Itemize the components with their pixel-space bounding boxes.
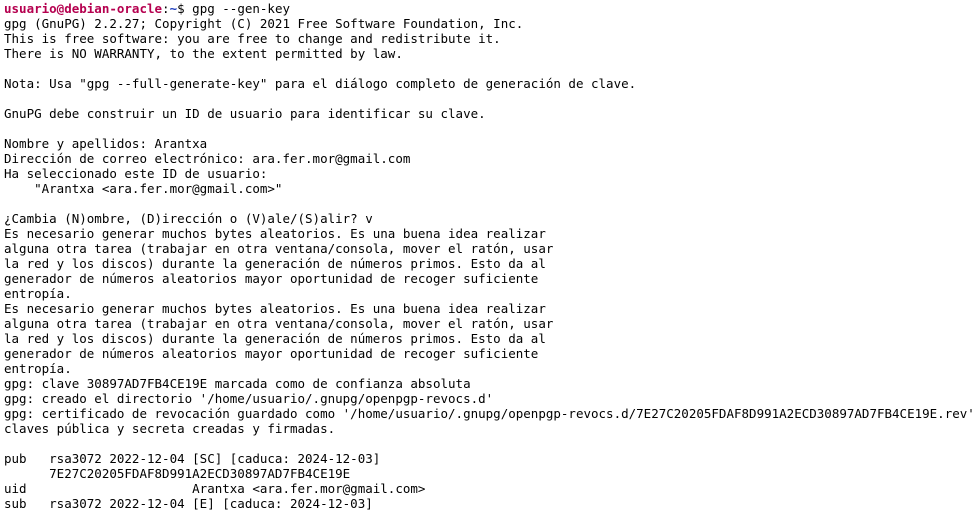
output-line: alguna otra tarea (trabajar en otra vent…: [4, 316, 554, 331]
output-line: Nota: Usa "gpg --full-generate-key" para…: [4, 76, 637, 91]
output-line: la red y los discos) durante la generaci…: [4, 331, 546, 346]
output-line: gpg (GnuPG) 2.2.27; Copyright (C) 2021 F…: [4, 16, 524, 31]
output-line: GnuPG debe construir un ID de usuario pa…: [4, 106, 486, 121]
prompt-user-host: usuario@debian-oracle: [4, 1, 163, 16]
output-line: This is free software: you are free to c…: [4, 31, 501, 46]
output-line: Dirección de correo electrónico: ara.fer…: [4, 151, 411, 166]
prompt-symbol: $: [177, 1, 193, 16]
output-line: uid Arantxa <ara.fer.mor@gmail.com>: [4, 481, 426, 496]
output-line: gpg: certificado de revocación guardado …: [4, 406, 974, 421]
output-line: Nombre y apellidos: Arantxa: [4, 136, 208, 151]
prompt-path: ~: [169, 1, 178, 16]
output-line: la red y los discos) durante la generaci…: [4, 256, 546, 271]
output-line: 7E27C20205FDAF8D991A2ECD30897AD7FB4CE19E: [4, 466, 351, 481]
output-line: ¿Cambia (N)ombre, (D)irección o (V)ale/(…: [4, 211, 373, 226]
output-line: entropía.: [4, 361, 72, 376]
output-line: gpg: clave 30897AD7FB4CE19E marcada como…: [4, 376, 471, 391]
output-line: claves pública y secreta creadas y firma…: [4, 421, 336, 436]
prompt-command: gpg --gen-key: [192, 1, 291, 16]
prompt-separator: :: [162, 1, 170, 16]
output-line: entropía.: [4, 286, 72, 301]
output-line: sub rsa3072 2022-12-04 [E] [caduca: 2024…: [4, 496, 373, 511]
output-line: There is NO WARRANTY, to the extent perm…: [4, 46, 403, 61]
output-line: "Arantxa <ara.fer.mor@gmail.com>": [4, 181, 283, 196]
output-line: pub rsa3072 2022-12-04 [SC] [caduca: 202…: [4, 451, 381, 466]
output-line: alguna otra tarea (trabajar en otra vent…: [4, 241, 554, 256]
terminal-window[interactable]: usuario@debian-oracle:~$ gpg --gen-key g…: [0, 0, 974, 525]
output-line: gpg: creado el directorio '/home/usuario…: [4, 391, 494, 406]
output-line: generador de números aleatorios mayor op…: [4, 271, 539, 286]
output-line: Ha seleccionado este ID de usuario:: [4, 166, 268, 181]
prompt-line: usuario@debian-oracle:~$ gpg --gen-key: [4, 1, 970, 16]
output-line: Es necesario generar muchos bytes aleato…: [4, 301, 546, 316]
output-line: generador de números aleatorios mayor op…: [4, 346, 539, 361]
output-line: Es necesario generar muchos bytes aleato…: [4, 226, 546, 241]
